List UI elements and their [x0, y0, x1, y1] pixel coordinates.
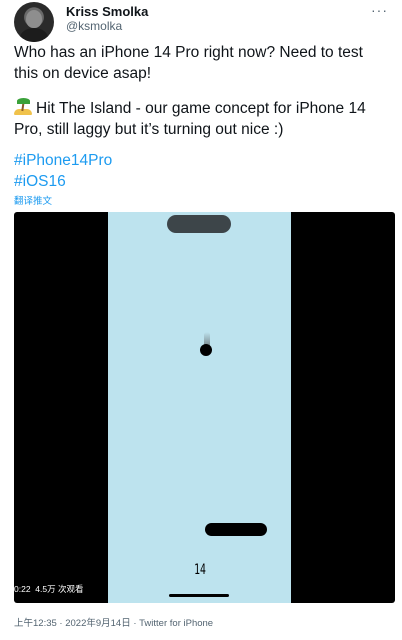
video-player[interactable]: 14 0:22 4.5万 次观看 [14, 212, 395, 603]
game-paddle [205, 523, 267, 536]
author-name[interactable]: Kriss Smolka [66, 4, 148, 19]
game-ball [200, 344, 212, 356]
tweet-text-line1: Who has an iPhone 14 Pro right now? Need… [14, 44, 363, 82]
hashtag-iphone14pro[interactable]: #iPhone14Pro [14, 152, 112, 170]
dynamic-island [167, 215, 231, 233]
author-avatar[interactable] [14, 2, 54, 42]
more-options-icon[interactable]: ··· [371, 2, 388, 18]
home-indicator [169, 594, 229, 597]
desert-island-icon [14, 98, 32, 115]
tweet-footer: 上午12:35 · 2022年9月14日 · Twitter for iPhon… [14, 615, 213, 629]
video-views: 4.5万 次观看 [35, 584, 84, 594]
translate-tweet-link[interactable]: 翻译推文 [14, 193, 52, 207]
tweet-timestamp[interactable]: 上午12:35 · 2022年9月14日 · [14, 618, 139, 629]
video-info: 0:22 4.5万 次观看 [14, 583, 83, 595]
game-screen: 14 [108, 212, 291, 603]
tweet-source[interactable]: Twitter for iPhone [139, 618, 213, 629]
avatar-face [26, 10, 42, 28]
tweet-text-line2-container: Hit The Island - our game concept for iP… [14, 98, 388, 140]
game-score: 14 [194, 562, 206, 578]
avatar-body [20, 28, 48, 42]
video-duration: 0:22 [14, 584, 31, 594]
tweet-text-line2: Hit The Island - our game concept for iP… [14, 100, 366, 138]
hashtag-ios16[interactable]: #iOS16 [14, 173, 66, 191]
author-handle[interactable]: @ksmolka [66, 19, 122, 33]
